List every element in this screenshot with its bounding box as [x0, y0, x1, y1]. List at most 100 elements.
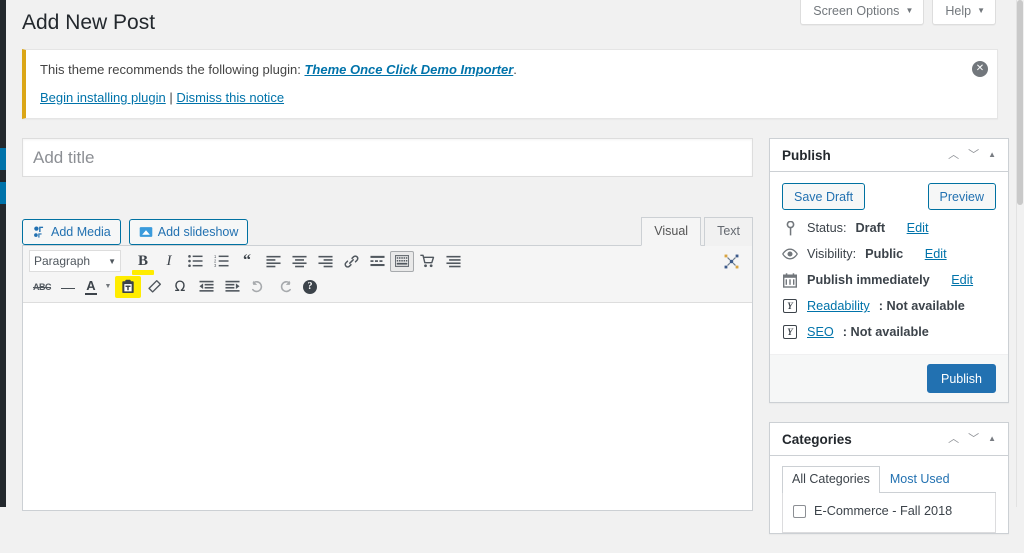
- editor-content-area[interactable]: [23, 303, 752, 511]
- edit-schedule-link[interactable]: Edit: [951, 273, 973, 287]
- slideshow-icon: [139, 227, 153, 238]
- editor-toolbar: Paragraph ▼ B I 1 2 3 “ ABC — A ▼ Ω ?: [23, 246, 752, 304]
- format-select-value: Paragraph: [34, 254, 91, 269]
- bulleted-list-icon[interactable]: [182, 250, 208, 272]
- italic-icon[interactable]: I: [156, 250, 182, 272]
- tab-text[interactable]: Text: [704, 217, 753, 247]
- save-draft-button[interactable]: Save Draft: [782, 183, 866, 211]
- page-scrollbar[interactable]: [1016, 0, 1024, 507]
- seo-link[interactable]: SEO: [807, 325, 834, 339]
- special-character-icon[interactable]: Ω: [167, 276, 193, 298]
- toolbar-toggle-icon[interactable]: [390, 250, 414, 272]
- tab-visual[interactable]: Visual: [641, 217, 702, 247]
- post-visibility-row: Visibility: Public Edit: [782, 246, 996, 262]
- publish-panel-header: Publish ︿ ﹀ ▲: [770, 139, 1008, 173]
- close-icon[interactable]: ✕: [972, 61, 988, 78]
- increase-indent-icon[interactable]: [219, 276, 245, 298]
- notice-actions: Begin installing plugin | Dismiss this n…: [40, 88, 985, 108]
- move-up-icon[interactable]: ︿: [948, 433, 959, 445]
- notice-message: This theme recommends the following plug…: [40, 60, 985, 80]
- editor-mode-tabs: Visual Text: [641, 217, 753, 247]
- toggle-panel-icon[interactable]: ▲: [988, 151, 996, 159]
- paste-as-text-icon[interactable]: [115, 275, 141, 298]
- add-media-button[interactable]: Add Media: [22, 219, 121, 246]
- format-select[interactable]: Paragraph ▼: [29, 250, 121, 273]
- undo-icon[interactable]: [245, 276, 271, 298]
- add-slideshow-button[interactable]: Add slideshow: [128, 219, 249, 246]
- scrollbar-thumb[interactable]: [1017, 0, 1023, 205]
- help-label: Help: [945, 4, 972, 18]
- distraction-free-icon[interactable]: [718, 250, 744, 272]
- readability-link[interactable]: Readability: [807, 299, 870, 313]
- post-status-label: Status:: [807, 221, 847, 236]
- yoast-icon: Y: [782, 324, 798, 340]
- text-color-dropdown-icon[interactable]: ▼: [101, 276, 115, 298]
- redo-icon[interactable]: [271, 276, 297, 298]
- post-schedule-row: Publish immediately Edit: [782, 272, 996, 288]
- categories-panel: Categories ︿ ﹀ ▲ All Categories Most Use…: [769, 422, 1009, 535]
- categories-tabs: All Categories Most Used: [782, 466, 996, 494]
- move-up-icon[interactable]: ︿: [948, 149, 959, 161]
- tab-all-categories[interactable]: All Categories: [782, 466, 880, 494]
- move-down-icon[interactable]: ﹀: [968, 149, 979, 161]
- read-more-icon[interactable]: [364, 250, 390, 272]
- chevron-down-icon: ▼: [905, 6, 914, 16]
- add-media-label: Add Media: [51, 225, 111, 240]
- screen-meta-links: Screen Options ▼ Help ▼: [800, 0, 996, 25]
- post-content-editor: Paragraph ▼ B I 1 2 3 “ ABC — A ▼ Ω ?: [22, 245, 753, 512]
- readability-value: : Not available: [878, 299, 965, 314]
- categories-checklist[interactable]: E-Commerce - Fall 2018: [782, 493, 996, 534]
- insert-link-icon[interactable]: [338, 250, 364, 272]
- edit-status-link[interactable]: Edit: [907, 221, 929, 235]
- toggle-panel-icon[interactable]: ▲: [988, 435, 996, 443]
- category-label: E-Commerce - Fall 2018: [814, 504, 953, 519]
- calendar-icon: [782, 272, 798, 288]
- chevron-down-icon: ▼: [977, 6, 985, 16]
- align-center-icon[interactable]: [286, 250, 312, 272]
- bold-highlight: [132, 270, 154, 276]
- seo-value: : Not available: [842, 325, 929, 340]
- numbered-list-icon[interactable]: 1 2 3: [208, 250, 234, 272]
- screen-options-button[interactable]: Screen Options ▼: [800, 0, 925, 25]
- list-item[interactable]: E-Commerce - Fall 2018: [793, 504, 985, 518]
- post-visibility-value: Public: [865, 247, 904, 262]
- decrease-indent-icon[interactable]: [193, 276, 219, 298]
- align-left-icon[interactable]: [260, 250, 286, 272]
- categories-panel-body: All Categories Most Used E-Commerce - Fa…: [770, 456, 1008, 534]
- post-body-main-column: Add Media Add slideshow Visual Text: [22, 138, 753, 512]
- clear-formatting-icon[interactable]: [141, 276, 167, 298]
- media-buttons-row: Add Media Add slideshow Visual Text: [22, 215, 753, 247]
- seo-score-row: Y SEO : Not available: [782, 324, 996, 340]
- align-right-icon[interactable]: [312, 250, 338, 272]
- tab-most-used[interactable]: Most Used: [880, 466, 960, 493]
- move-down-icon[interactable]: ﹀: [968, 433, 979, 445]
- begin-installing-plugin-link[interactable]: Begin installing plugin: [40, 90, 166, 105]
- categories-panel-title: Categories: [782, 431, 852, 447]
- post-status-row: Status: Draft Edit: [782, 220, 996, 236]
- publish-button[interactable]: Publish: [927, 364, 996, 394]
- publish-panel: Publish ︿ ﹀ ▲ Save Draft Preview Status:…: [769, 138, 1009, 404]
- strikethrough-icon[interactable]: ABC: [29, 276, 55, 298]
- notice-text-before: This theme recommends the following plug…: [40, 62, 305, 78]
- add-slideshow-label: Add slideshow: [157, 225, 239, 240]
- publish-actions: Save Draft Preview: [782, 183, 996, 211]
- notice-separator: |: [169, 89, 173, 105]
- bold-icon[interactable]: B: [130, 250, 156, 276]
- add-to-cart-icon[interactable]: [414, 250, 440, 272]
- preview-button[interactable]: Preview: [927, 183, 996, 211]
- edit-visibility-link[interactable]: Edit: [925, 247, 947, 261]
- post-title-input[interactable]: [22, 138, 753, 178]
- publish-panel-footer: Publish: [770, 354, 1008, 403]
- blockquote-icon[interactable]: “: [234, 250, 260, 272]
- dismiss-notice-link[interactable]: Dismiss this notice: [176, 90, 284, 105]
- screen-options-label: Screen Options: [813, 4, 900, 18]
- publish-panel-body: Save Draft Preview Status: Draft Edit Vi…: [770, 172, 1008, 354]
- text-color-icon[interactable]: A: [81, 276, 101, 298]
- align-justify-icon[interactable]: [440, 250, 466, 272]
- help-button[interactable]: Help ▼: [932, 0, 996, 25]
- post-status-value: Draft: [855, 221, 886, 236]
- keyboard-shortcuts-icon[interactable]: ?: [297, 276, 323, 298]
- horizontal-rule-icon[interactable]: —: [55, 276, 81, 298]
- plugin-link[interactable]: Theme Once Click Demo Importer: [304, 62, 513, 77]
- yoast-icon: Y: [782, 298, 798, 314]
